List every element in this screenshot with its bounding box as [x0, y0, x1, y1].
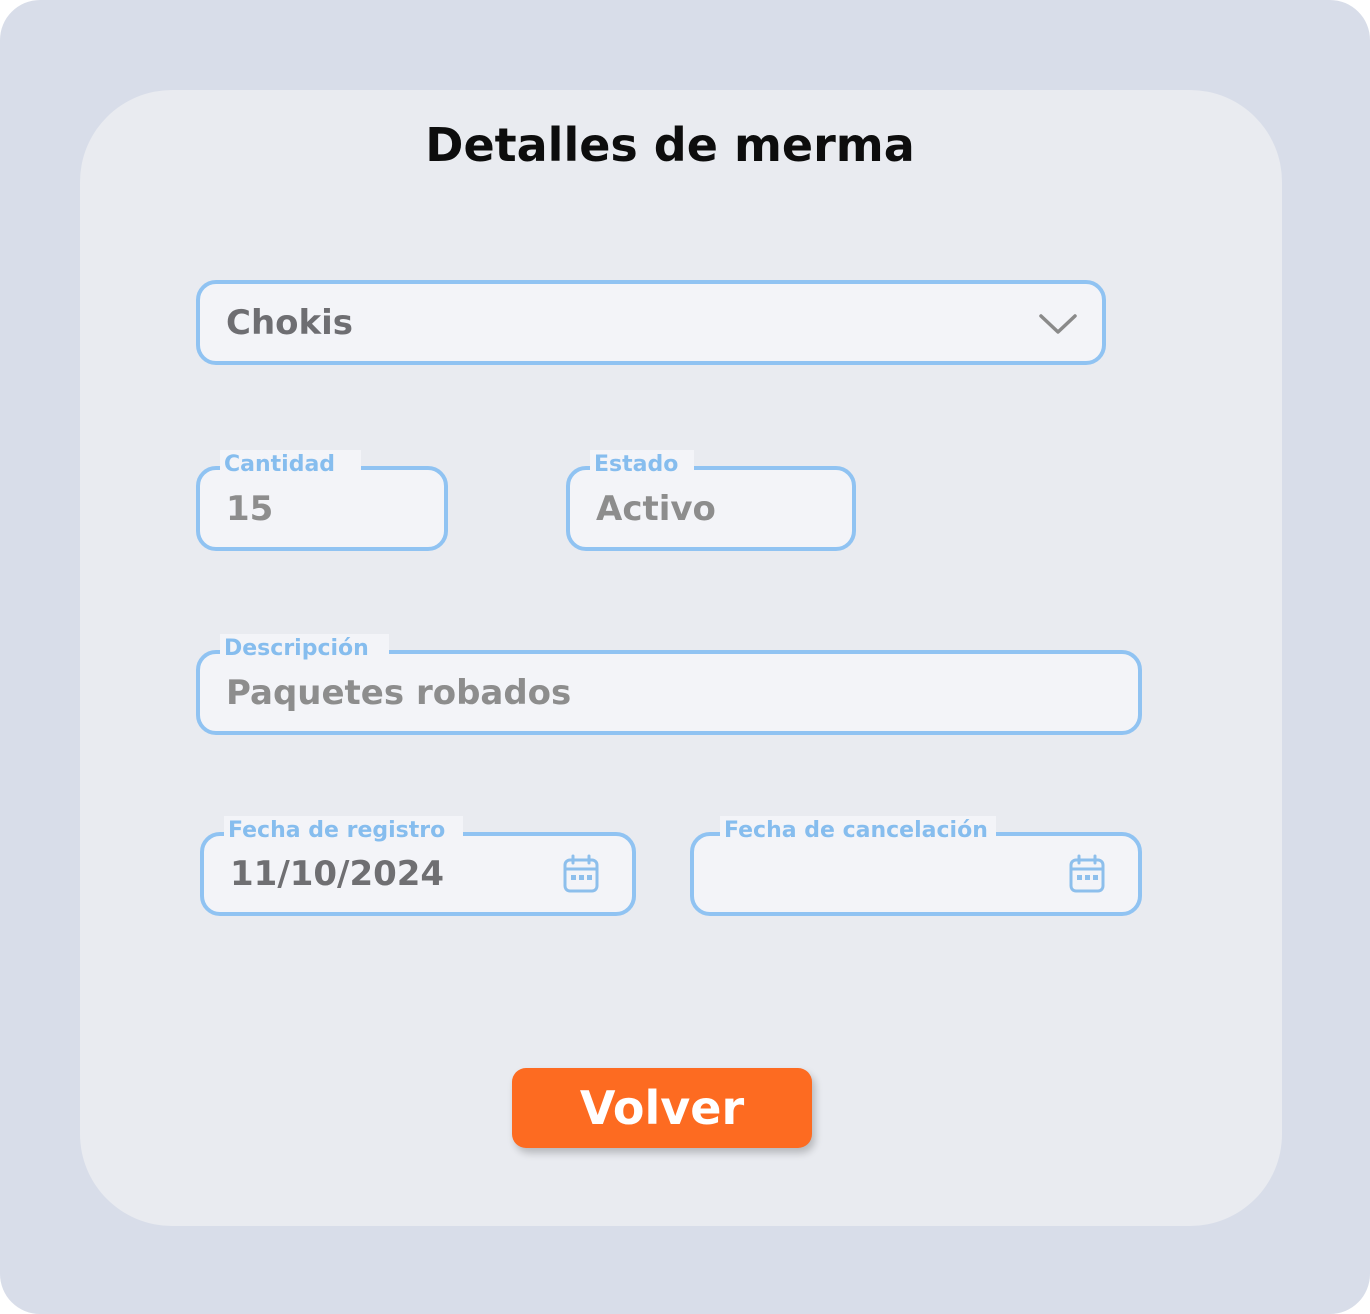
registration-date-label: Fecha de registro [224, 816, 464, 846]
product-select[interactable]: Chokis [196, 280, 1106, 365]
page-title: Detalles de merma [425, 118, 915, 172]
description-label: Descripción [220, 634, 389, 664]
status-field[interactable]: Estado Activo [566, 450, 856, 551]
status-label: Estado [590, 450, 695, 480]
status-value: Activo [596, 488, 716, 529]
quantity-value: 15 [226, 488, 274, 529]
chevron-down-icon [1039, 313, 1077, 334]
description-value: Paquetes robados [226, 672, 572, 713]
registration-date-field[interactable]: Fecha de registro 11/10/2024 [200, 816, 636, 916]
quantity-label: Cantidad [220, 450, 362, 480]
calendar-icon[interactable] [562, 854, 600, 894]
cancellation-date-field[interactable]: Fecha de cancelación [690, 816, 1142, 916]
calendar-icon[interactable] [1068, 854, 1106, 894]
quantity-field[interactable]: Cantidad 15 [196, 450, 448, 551]
back-button[interactable]: Volver [512, 1068, 812, 1148]
description-field[interactable]: Descripción Paquetes robados [196, 634, 1142, 735]
product-select-value: Chokis [226, 302, 354, 343]
registration-date-value: 11/10/2024 [230, 854, 445, 894]
cancellation-date-label: Fecha de cancelación [720, 816, 996, 846]
